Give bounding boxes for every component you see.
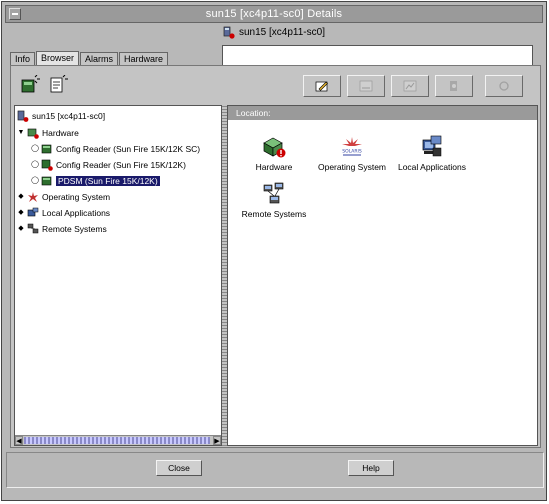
host-alarm-icon	[223, 26, 235, 39]
local-applications-icon	[27, 207, 39, 219]
host-label: sun15 [xc4p11-sc0]	[239, 26, 325, 38]
remote-systems-icon	[27, 223, 39, 235]
content-item-label: Remote Systems	[241, 209, 307, 219]
graph-button[interactable]	[347, 75, 385, 97]
tree-item-operating-system[interactable]: ◆ Operating System	[17, 190, 110, 204]
collapsed-toggle-icon[interactable]: ◯	[31, 145, 39, 153]
browser-panel: sun15 [xc4p11-sc0] ▼ Hardware ◯ Config R…	[10, 65, 541, 448]
button-bar: Close Help	[6, 452, 544, 488]
chart-icon	[403, 80, 417, 92]
tree-item-local-applications[interactable]: ◆ Local Applications	[17, 206, 110, 220]
location-bar: Location:	[228, 106, 537, 120]
details-window: sun15 [xc4p11-sc0] Details sun15 [xc4p11…	[1, 1, 547, 501]
scroll-right-icon[interactable]: ▶	[213, 436, 221, 445]
tree-item-label: Remote Systems	[42, 224, 107, 234]
scroll-left-icon[interactable]: ◀	[15, 436, 23, 445]
close-button[interactable]: Close	[156, 460, 202, 476]
tree-root-label: sun15 [xc4p11-sc0]	[32, 111, 106, 121]
tree-item-label: Config Reader (Sun Fire 15K/12K SC)	[56, 144, 201, 154]
title-bar[interactable]: sun15 [xc4p11-sc0] Details	[5, 5, 543, 386]
tree-item-config-reader-sc[interactable]: ◯ Config Reader (Sun Fire 15K/12K SC)	[31, 142, 200, 156]
new-module-icon[interactable]	[19, 74, 41, 95]
remote-systems-icon	[261, 181, 287, 207]
tree-item-label: Local Applications	[42, 208, 111, 218]
collapsed-toggle-icon[interactable]: ◆	[17, 193, 25, 201]
solaris-icon: SOLARIS	[339, 134, 365, 160]
tab-info[interactable]: Info	[10, 52, 36, 66]
collapsed-toggle-icon[interactable]: ◯	[31, 177, 39, 185]
attach-icon	[447, 80, 461, 92]
local-applications-icon	[419, 134, 445, 160]
module-icon	[41, 143, 53, 155]
tree-item-label: Hardware	[42, 128, 79, 138]
content-item-label: Operating System	[317, 162, 387, 172]
content-item-hardware[interactable]: Hardware	[234, 134, 314, 172]
tab-browser[interactable]: Browser	[36, 51, 80, 66]
content-item-remote-systems[interactable]: Remote Systems	[234, 181, 314, 219]
properties-icon[interactable]	[47, 74, 69, 95]
expand-toggle-icon[interactable]: ▼	[17, 129, 25, 137]
refresh-icon	[497, 80, 511, 92]
host-header: sun15 [xc4p11-sc0]	[5, 24, 543, 40]
tree-item-label: Operating System	[42, 192, 111, 202]
content-item-operating-system[interactable]: SOLARIS Operating System	[312, 134, 392, 172]
tree-item-pdsm[interactable]: ◯ PDSM (Sun Fire 15K/12K)	[31, 174, 160, 188]
attach-button[interactable]	[435, 75, 473, 97]
content-item-label: Hardware	[255, 162, 293, 172]
module-icon	[41, 175, 53, 187]
collapsed-toggle-icon[interactable]: ◆	[17, 209, 25, 217]
host-alarm-icon	[17, 110, 29, 122]
collapsed-toggle-icon[interactable]: ◆	[17, 225, 25, 233]
content-item-local-applications[interactable]: Local Applications	[392, 134, 472, 172]
edit-button[interactable]	[303, 75, 341, 97]
pencil-icon	[315, 80, 329, 92]
hardware-icon	[27, 127, 39, 139]
toolbar	[11, 66, 540, 104]
tab-alarms[interactable]: Alarms	[80, 52, 119, 66]
content-item-label: Local Applications	[397, 162, 467, 172]
tree-item-config-reader[interactable]: ◯ Config Reader (Sun Fire 15K/12K)	[31, 158, 186, 172]
tab-hardware[interactable]: Hardware	[119, 52, 169, 66]
chart-button[interactable]	[391, 75, 429, 97]
tab-bar: Info Browser Alarms Hardware	[10, 51, 169, 66]
tree-item-hardware[interactable]: ▼ Hardware	[17, 126, 79, 140]
scroll-thumb[interactable]	[24, 437, 210, 444]
window-menu-button[interactable]	[9, 8, 21, 20]
tree-root[interactable]: sun15 [xc4p11-sc0]	[17, 109, 105, 123]
tree-item-label: Config Reader (Sun Fire 15K/12K)	[56, 160, 186, 170]
help-button[interactable]: Help	[348, 460, 394, 476]
tree-horizontal-scrollbar[interactable]: ◀ ▶	[15, 435, 221, 445]
window-title: sun15 [xc4p11-sc0] Details	[205, 8, 343, 20]
module-alarm-icon	[41, 159, 53, 171]
collapsed-toggle-icon[interactable]: ◯	[31, 161, 39, 169]
hardware-icon	[261, 134, 287, 160]
svg-text:SOLARIS: SOLARIS	[342, 149, 362, 155]
graph-icon	[359, 80, 373, 92]
tree-item-label-selected: PDSM (Sun Fire 15K/12K)	[56, 176, 160, 186]
content-pane: Location: Hardware SOLARIS Operating Sys…	[227, 105, 538, 446]
refresh-button[interactable]	[485, 75, 523, 97]
solaris-icon	[27, 191, 39, 203]
tree-item-remote-systems[interactable]: ◆ Remote Systems	[17, 222, 107, 236]
hierarchy-tree[interactable]: sun15 [xc4p11-sc0] ▼ Hardware ◯ Config R…	[14, 105, 222, 446]
